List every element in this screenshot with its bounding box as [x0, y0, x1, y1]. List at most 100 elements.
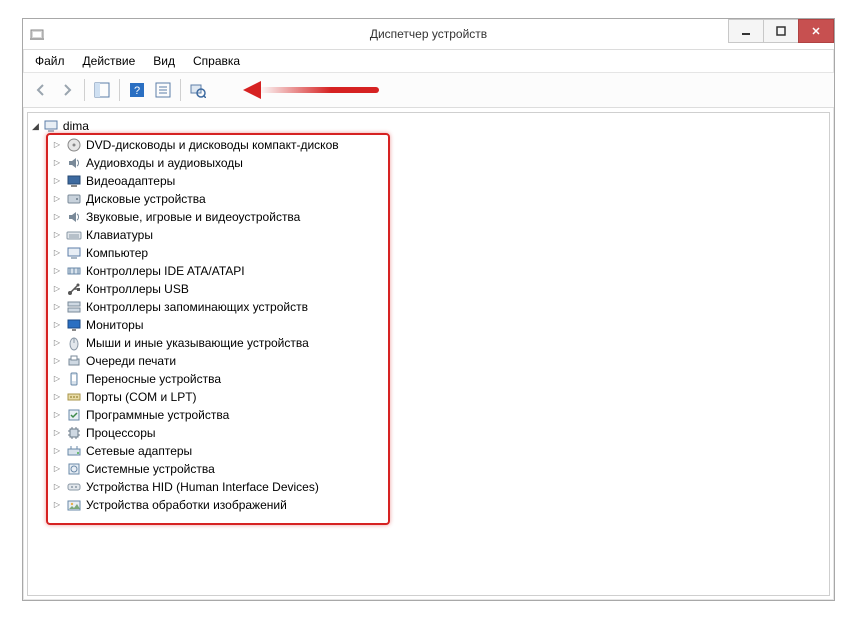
portable-icon: [66, 371, 82, 387]
show-hide-tree-button[interactable]: [90, 78, 114, 102]
tree-node-label: Мониторы: [86, 316, 143, 334]
nav-back-button[interactable]: [29, 78, 53, 102]
expand-icon[interactable]: ▷: [52, 190, 62, 208]
expand-icon[interactable]: ▷: [52, 136, 62, 154]
software-icon: [66, 407, 82, 423]
svg-text:?: ?: [134, 85, 140, 97]
tree-node-label: Программные устройства: [86, 406, 229, 424]
toolbar-separator: [180, 79, 181, 101]
usb-icon: [66, 281, 82, 297]
device-manager-window: Диспетчер устройств Файл Действие Вид Сп…: [22, 18, 835, 601]
toolbar-separator: [84, 79, 85, 101]
app-icon: [29, 26, 45, 42]
tree-node[interactable]: ▷ Порты (COM и LPT): [52, 388, 827, 406]
tree-node[interactable]: ▷ Контроллеры USB: [52, 280, 827, 298]
tree-node[interactable]: ▷ Системные устройства: [52, 460, 827, 478]
toolbar: ?: [23, 73, 834, 108]
tree-node-label: Аудиовходы и аудиовыходы: [86, 154, 243, 172]
expand-icon[interactable]: ▷: [52, 262, 62, 280]
expand-icon[interactable]: ▷: [52, 496, 62, 514]
disk-icon: [66, 191, 82, 207]
port-icon: [66, 389, 82, 405]
mouse-icon: [66, 335, 82, 351]
expand-icon[interactable]: ▷: [52, 388, 62, 406]
tree-node[interactable]: ▷Устройства HID (Human Interface Devices…: [52, 478, 827, 496]
tree-node[interactable]: ▷ Мониторы: [52, 316, 827, 334]
display-icon: [66, 173, 82, 189]
tree-node[interactable]: ▷Процессоры: [52, 424, 827, 442]
maximize-button[interactable]: [763, 19, 799, 43]
tree-node-label: Системные устройства: [86, 460, 215, 478]
tree-node[interactable]: ▷ Контроллеры запоминающих устройств: [52, 298, 827, 316]
tree-node-label: Контроллеры запоминающих устройств: [86, 298, 308, 316]
expand-icon[interactable]: ▷: [52, 280, 62, 298]
menu-help[interactable]: Справка: [185, 52, 248, 70]
audio-icon: [66, 155, 82, 171]
tree-node[interactable]: ▷ Видеоадаптеры: [52, 172, 827, 190]
tree-node-label: Переносные устройства: [86, 370, 221, 388]
menu-file[interactable]: Файл: [27, 52, 73, 70]
expand-icon[interactable]: ▷: [52, 352, 62, 370]
tree-node-label: Контроллеры IDE ATA/ATAPI: [86, 262, 245, 280]
expand-icon[interactable]: ▷: [52, 298, 62, 316]
tree-node-label: Сетевые адаптеры: [86, 442, 192, 460]
expand-icon[interactable]: ▷: [52, 208, 62, 226]
expand-icon[interactable]: ▷: [52, 406, 62, 424]
tree-node[interactable]: ▷ Сетевые адаптеры: [52, 442, 827, 460]
tree-root-node[interactable]: ◢ dima: [30, 117, 827, 135]
tree-node-label: Мыши и иные указывающие устройства: [86, 334, 309, 352]
nav-forward-button[interactable]: [55, 78, 79, 102]
expand-icon[interactable]: ▷: [52, 460, 62, 478]
system-icon: [66, 461, 82, 477]
tree-node-label: Звуковые, игровые и видеоустройства: [86, 208, 300, 226]
expand-icon[interactable]: ▷: [52, 370, 62, 388]
help-button[interactable]: ?: [125, 78, 149, 102]
close-button[interactable]: [798, 19, 834, 43]
tree-node-label: Порты (COM и LPT): [86, 388, 197, 406]
tree-node[interactable]: ▷ Клавиатуры: [52, 226, 827, 244]
disc-icon: [66, 137, 82, 153]
expand-icon[interactable]: ▷: [52, 424, 62, 442]
tree-node[interactable]: ▷ Переносные устройства: [52, 370, 827, 388]
expand-icon[interactable]: ▷: [52, 478, 62, 496]
device-tree[interactable]: ◢ dima ▷ DVD-дисководы и дисководы компак…: [28, 113, 829, 518]
computer-icon: [43, 118, 59, 134]
tree-node-label: Компьютер: [86, 244, 148, 262]
audio-icon: [66, 209, 82, 225]
scan-hardware-button[interactable]: [186, 78, 210, 102]
tree-node-label: Дисковые устройства: [86, 190, 206, 208]
minimize-button[interactable]: [728, 19, 764, 43]
tree-node[interactable]: ▷ Аудиовходы и аудиовыходы: [52, 154, 827, 172]
tree-node[interactable]: ▷Очереди печати: [52, 352, 827, 370]
tree-node-label: Видеоадаптеры: [86, 172, 175, 190]
tree-node[interactable]: ▷ Компьютер: [52, 244, 827, 262]
tree-node[interactable]: ▷ DVD-дисководы и дисководы компакт-диско…: [52, 136, 827, 154]
image-icon: [66, 497, 82, 513]
computer-icon: [66, 245, 82, 261]
tree-node[interactable]: ▷ Дисковые устройства: [52, 190, 827, 208]
expand-icon[interactable]: ▷: [52, 334, 62, 352]
tree-node-label: Клавиатуры: [86, 226, 153, 244]
expand-icon[interactable]: ▷: [52, 244, 62, 262]
menu-action[interactable]: Действие: [75, 52, 144, 70]
toolbar-separator: [119, 79, 120, 101]
expand-icon[interactable]: ▷: [52, 172, 62, 190]
annotation-arrow: [243, 81, 379, 99]
device-tree-panel: ◢ dima ▷ DVD-дисководы и дисководы компак…: [27, 112, 830, 596]
tree-node[interactable]: ▷ Контроллеры IDE ATA/ATAPI: [52, 262, 827, 280]
properties-button[interactable]: [151, 78, 175, 102]
tree-node[interactable]: ▷Устройства обработки изображений: [52, 496, 827, 514]
monitor-icon: [66, 317, 82, 333]
menu-view[interactable]: Вид: [145, 52, 183, 70]
hid-icon: [66, 479, 82, 495]
tree-node-label: DVD-дисководы и дисководы компакт-дисков: [86, 136, 339, 154]
expand-icon[interactable]: ▷: [52, 442, 62, 460]
tree-node[interactable]: ▷ Мыши и иные указывающие устройства: [52, 334, 827, 352]
tree-node[interactable]: ▷ Программные устройства: [52, 406, 827, 424]
tree-node-label: Контроллеры USB: [86, 280, 189, 298]
expand-icon[interactable]: ▷: [52, 226, 62, 244]
ide-icon: [66, 263, 82, 279]
tree-node[interactable]: ▷ Звуковые, игровые и видеоустройства: [52, 208, 827, 226]
expand-icon[interactable]: ▷: [52, 316, 62, 334]
expand-icon[interactable]: ▷: [52, 154, 62, 172]
